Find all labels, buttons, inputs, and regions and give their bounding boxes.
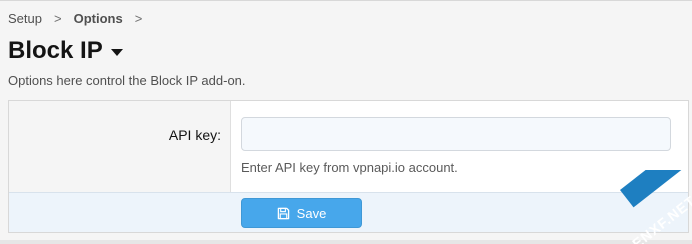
caret-down-icon[interactable] xyxy=(110,48,123,56)
save-label: Save xyxy=(296,205,327,221)
api-key-label: API key: xyxy=(168,127,221,143)
top-border xyxy=(0,0,692,1)
page-title: Block IP xyxy=(8,37,103,64)
api-key-input[interactable] xyxy=(241,117,671,151)
title-row[interactable]: Block IP xyxy=(8,37,123,65)
save-button[interactable]: Save xyxy=(241,198,362,228)
breadcrumb-setup[interactable]: Setup xyxy=(8,11,42,26)
bottom-border xyxy=(0,240,692,244)
breadcrumb-separator: > xyxy=(53,11,62,26)
form-footer: Save xyxy=(9,192,688,232)
breadcrumb-options[interactable]: Options xyxy=(74,11,123,26)
options-form: API key: Enter API key from vpnapi.io ac… xyxy=(8,100,689,233)
breadcrumb-separator: > xyxy=(134,11,143,26)
page-description: Options here control the Block IP add-on… xyxy=(8,73,246,88)
breadcrumb: Setup > Options > xyxy=(8,11,154,26)
label-column: API key: xyxy=(9,101,231,192)
save-icon xyxy=(277,207,290,220)
api-key-help-text: Enter API key from vpnapi.io account. xyxy=(241,160,458,175)
watermark-logo: ENXF.NET xyxy=(610,170,692,244)
